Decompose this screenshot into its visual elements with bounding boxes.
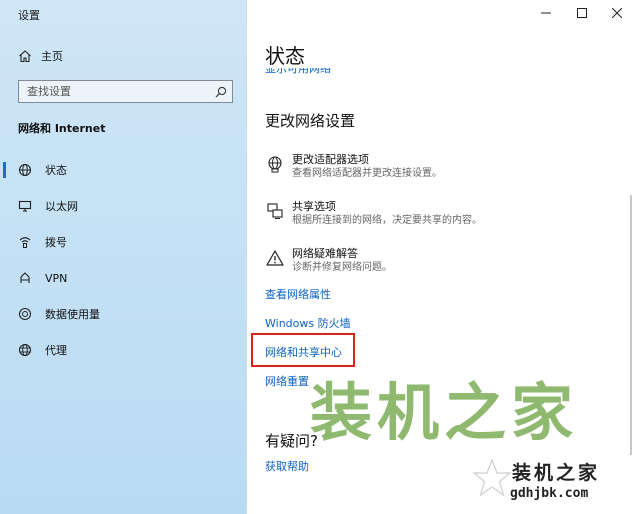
scrollbar[interactable] xyxy=(630,195,632,455)
sidebar-item-label: 拨号 xyxy=(45,236,67,249)
view-network-properties-link[interactable]: 查看网络属性 xyxy=(265,286,331,302)
sidebar-item-label: 数据使用量 xyxy=(45,308,100,321)
globe-status-icon xyxy=(16,163,34,177)
setting-title: 共享选项 xyxy=(292,200,336,213)
sidebar-item-label: 以太网 xyxy=(45,200,78,213)
show-networks-link[interactable]: 显示可用网络 xyxy=(265,68,331,76)
sharing-icon xyxy=(265,200,285,228)
watermark-logo-url: gdhjbk.com xyxy=(510,486,589,501)
minimize-button[interactable] xyxy=(529,4,563,22)
setting-sharing-options[interactable]: 共享选项 根据所连接到的网络，决定要共享的内容。 xyxy=(265,200,585,228)
globe-proxy-icon xyxy=(16,343,34,357)
maximize-icon xyxy=(577,8,587,18)
home-icon xyxy=(19,50,31,63)
watermark-logo: 装机之家 gdhjbk.com xyxy=(468,452,632,510)
sidebar-item-status[interactable]: 状态 xyxy=(0,157,247,183)
setting-title: 网络疑难解答 xyxy=(292,247,358,260)
vpn-icon xyxy=(16,271,34,285)
sidebar-item-dialup[interactable]: 拨号 xyxy=(0,229,247,255)
nav-home[interactable]: 主页 xyxy=(18,46,63,66)
windows-firewall-link[interactable]: Windows 防火墙 xyxy=(265,315,351,331)
sidebar-item-label: 代理 xyxy=(45,344,67,357)
page-title: 状态 xyxy=(265,44,305,68)
close-button[interactable] xyxy=(600,4,634,22)
search-input[interactable] xyxy=(19,81,210,102)
search-icon[interactable] xyxy=(210,81,232,102)
monitor-ethernet-icon xyxy=(16,199,34,213)
phone-dialup-icon xyxy=(16,235,34,249)
sidebar-item-label: 状态 xyxy=(45,164,67,177)
sidebar-item-ethernet[interactable]: 以太网 xyxy=(0,193,247,219)
setting-desc: 根据所连接到的网络，决定要共享的内容。 xyxy=(292,215,482,226)
network-reset-link[interactable]: 网络重置 xyxy=(265,373,309,389)
setting-title: 更改适配器选项 xyxy=(292,153,369,166)
section-title: 网络和 Internet xyxy=(18,122,106,135)
setting-adapter-options[interactable]: 更改适配器选项 查看网络适配器并更改连接设置。 xyxy=(265,153,585,181)
get-help-link[interactable]: 获取帮助 xyxy=(265,458,309,474)
sidebar-item-data-usage[interactable]: 数据使用量 xyxy=(0,301,247,327)
star-icon xyxy=(472,458,512,497)
warning-icon xyxy=(265,247,285,275)
close-icon xyxy=(612,8,622,18)
minimize-icon xyxy=(541,12,551,14)
sidebar-item-proxy[interactable]: 代理 xyxy=(0,337,247,363)
sidebar-item-vpn[interactable]: VPN xyxy=(0,265,247,291)
home-label: 主页 xyxy=(41,50,63,63)
watermark-text: 装机之家 xyxy=(310,376,579,449)
search-box xyxy=(18,80,233,103)
maximize-button[interactable] xyxy=(565,4,599,22)
change-settings-heading: 更改网络设置 xyxy=(265,112,356,130)
setting-desc: 诊断并修复网络问题。 xyxy=(292,262,392,273)
setting-troubleshoot[interactable]: 网络疑难解答 诊断并修复网络问题。 xyxy=(265,247,585,275)
adapter-icon xyxy=(265,153,285,181)
app-title: 设置 xyxy=(18,9,40,22)
watermark-logo-name: 装机之家 xyxy=(512,462,601,484)
sidebar: 设置 主页 网络和 Internet 状态 xyxy=(0,0,247,514)
gauge-icon xyxy=(16,307,34,321)
setting-desc: 查看网络适配器并更改连接设置。 xyxy=(292,168,442,179)
sidebar-item-label: VPN xyxy=(45,271,68,285)
